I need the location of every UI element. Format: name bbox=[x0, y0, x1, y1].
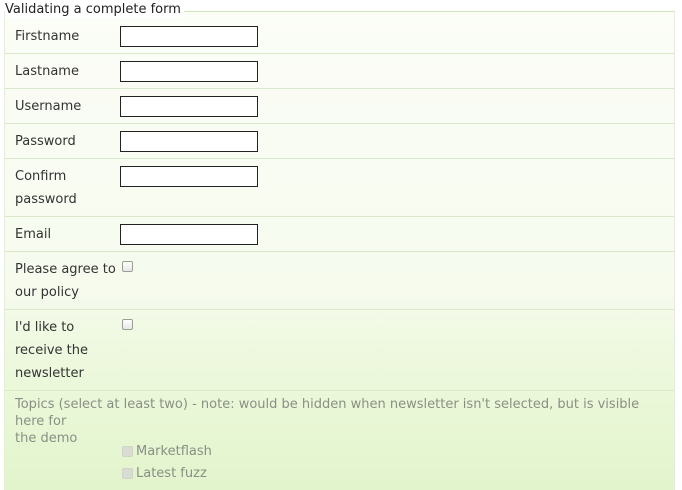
firstname-input[interactable] bbox=[120, 26, 258, 47]
newsletter-label-line2: receive the bbox=[15, 343, 88, 358]
newsletter-checkbox[interactable] bbox=[122, 319, 133, 330]
form-row-agree: Please agree to our policy bbox=[5, 252, 674, 310]
username-label: Username bbox=[15, 99, 82, 114]
topic-marketflash-label: Marketflash bbox=[136, 444, 212, 459]
agree-checkbox[interactable] bbox=[122, 261, 133, 272]
lastname-label: Lastname bbox=[15, 64, 79, 79]
topic-latest-fuzz-label: Latest fuzz bbox=[136, 466, 207, 481]
form-row-firstname: Firstname bbox=[5, 18, 674, 54]
topics-note: Topics (select at least two) - note: wou… bbox=[15, 396, 667, 447]
agree-label: Please agree to our policy bbox=[15, 258, 119, 304]
confirm-password-label-line2: password bbox=[15, 192, 77, 207]
confirm-password-label-line1: Confirm bbox=[15, 169, 67, 184]
form-row-password: Password bbox=[5, 124, 674, 159]
form-row-confirm-password: Confirm password bbox=[5, 159, 674, 217]
email-label: Email bbox=[15, 227, 52, 242]
lastname-input[interactable] bbox=[120, 61, 258, 82]
form-legend: Validating a complete form bbox=[5, 1, 184, 18]
password-input[interactable] bbox=[120, 131, 258, 152]
topic-latest-fuzz-checkbox[interactable] bbox=[122, 468, 133, 479]
newsletter-label-line1: I'd like to bbox=[15, 320, 75, 335]
topics-note-line2: the demo bbox=[15, 431, 78, 446]
form-row-lastname: Lastname bbox=[5, 54, 674, 89]
newsletter-label-line3: newsletter bbox=[15, 366, 84, 381]
form-row-email: Email bbox=[5, 217, 674, 252]
topic-marketflash-checkbox[interactable] bbox=[122, 446, 133, 457]
email-input[interactable] bbox=[120, 224, 258, 245]
username-input[interactable] bbox=[120, 96, 258, 117]
newsletter-label: I'd like to receive the newsletter bbox=[15, 316, 119, 385]
confirm-password-input[interactable] bbox=[120, 166, 258, 187]
firstname-label: Firstname bbox=[15, 29, 80, 44]
agree-label-line2: our policy bbox=[15, 285, 79, 300]
confirm-password-label: Confirm password bbox=[15, 165, 119, 211]
agree-label-line1: Please agree to bbox=[15, 262, 116, 277]
signup-form-fieldset: Validating a complete form Firstname Las… bbox=[4, 1, 675, 490]
password-label: Password bbox=[15, 134, 76, 149]
form-row-newsletter: I'd like to receive the newsletter bbox=[5, 310, 674, 391]
topics-note-line1: Topics (select at least two) - note: wou… bbox=[15, 397, 640, 429]
form-row-username: Username bbox=[5, 89, 674, 124]
